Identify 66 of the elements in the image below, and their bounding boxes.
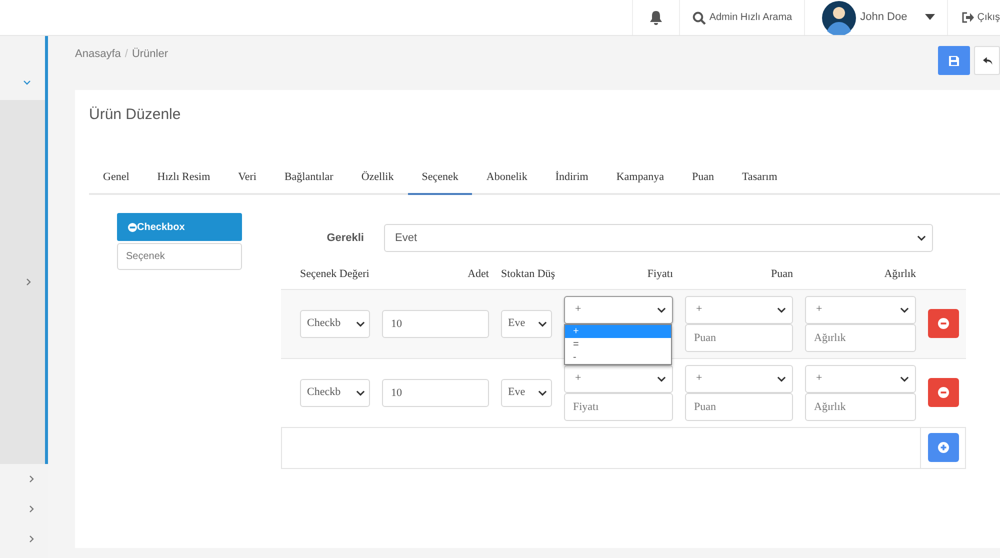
price-input[interactable]: Fiyatı [564, 392, 673, 420]
operator-select[interactable]: + [805, 296, 916, 324]
required-select[interactable]: Evet [384, 224, 933, 252]
option-type-button[interactable]: Checkbox [117, 213, 242, 241]
chevron-right-icon[interactable] [29, 535, 34, 543]
minus-circle-icon [128, 222, 137, 232]
breadcrumb-separator: / [124, 47, 128, 62]
column-header: Puan [770, 267, 793, 282]
tab[interactable]: Bağlantılar [270, 158, 348, 195]
tab[interactable]: Seçenek [408, 158, 472, 195]
back-button[interactable] [974, 46, 1000, 75]
tab[interactable]: Veri [224, 158, 270, 195]
plus-icon [938, 442, 948, 453]
chevron-right-icon[interactable] [29, 475, 34, 483]
operator-select[interactable]: + [685, 296, 793, 324]
points-input[interactable]: Puan [685, 392, 793, 420]
column-header: Fiyatı [646, 267, 673, 282]
weight-input[interactable]: Ağırlık [805, 392, 916, 420]
dropdown-option[interactable]: = [565, 338, 671, 350]
column-header: Adet [466, 267, 489, 282]
column-header: Ağırlık [883, 267, 916, 282]
search-icon [692, 10, 706, 24]
minus-circle-icon [938, 387, 949, 398]
stock-select[interactable]: Eve [501, 310, 552, 338]
remove-button[interactable] [928, 309, 959, 338]
field-label: Gerekli [326, 230, 365, 246]
remove-button[interactable] [928, 378, 959, 407]
column-header: Seçenek Değeri [300, 267, 370, 282]
breadcrumb-item[interactable]: Anasayfa [75, 46, 121, 62]
quantity-input[interactable]: 10 [382, 378, 489, 406]
operator-select[interactable]: + [564, 296, 673, 324]
chevron-right-icon[interactable] [29, 505, 34, 513]
add-button[interactable] [928, 433, 958, 462]
tab[interactable]: Hızlı Resim [143, 158, 224, 195]
card-title: Ürün Düzenle [89, 105, 182, 125]
chevron-right-icon[interactable] [26, 278, 31, 286]
search-link[interactable]: Admin Hızlı Arama [679, 0, 804, 35]
tab[interactable]: Puan [678, 158, 728, 195]
breadcrumb-item: Ürünler [132, 46, 168, 62]
notification-icon[interactable] [649, 10, 664, 25]
avatar-icon [822, 0, 856, 34]
weight-input[interactable]: Ağırlık [805, 324, 916, 352]
tab[interactable]: Kampanya [602, 158, 678, 195]
minus-circle-icon [938, 318, 949, 329]
operator-select[interactable]: + [564, 364, 673, 392]
points-input[interactable]: Puan [685, 324, 793, 352]
logout-icon [962, 12, 974, 23]
operator-select[interactable]: + [805, 364, 916, 392]
tab[interactable]: İndirim [541, 158, 602, 195]
save-icon [948, 54, 960, 66]
tab[interactable]: Özellik [347, 158, 408, 195]
option-value-select[interactable]: Checkb [300, 310, 370, 338]
stock-select[interactable]: Eve [501, 378, 552, 406]
option-value-select[interactable]: Checkb [300, 378, 370, 406]
option-input[interactable]: Seçenek [117, 243, 242, 270]
tab[interactable]: Abonelik [472, 158, 542, 195]
chevron-down-icon[interactable] [23, 80, 31, 84]
tab[interactable]: Tasarım [728, 158, 792, 195]
operator-select[interactable]: + [685, 364, 793, 392]
dropdown-option[interactable]: - [565, 350, 671, 364]
undo-icon [983, 54, 993, 66]
logout-link[interactable]: Çıkış [947, 0, 1000, 35]
caret-icon[interactable] [925, 14, 936, 21]
user-name[interactable]: John Doe [860, 9, 908, 26]
tab[interactable]: Genel [89, 158, 144, 195]
quantity-input[interactable]: 10 [382, 310, 489, 338]
